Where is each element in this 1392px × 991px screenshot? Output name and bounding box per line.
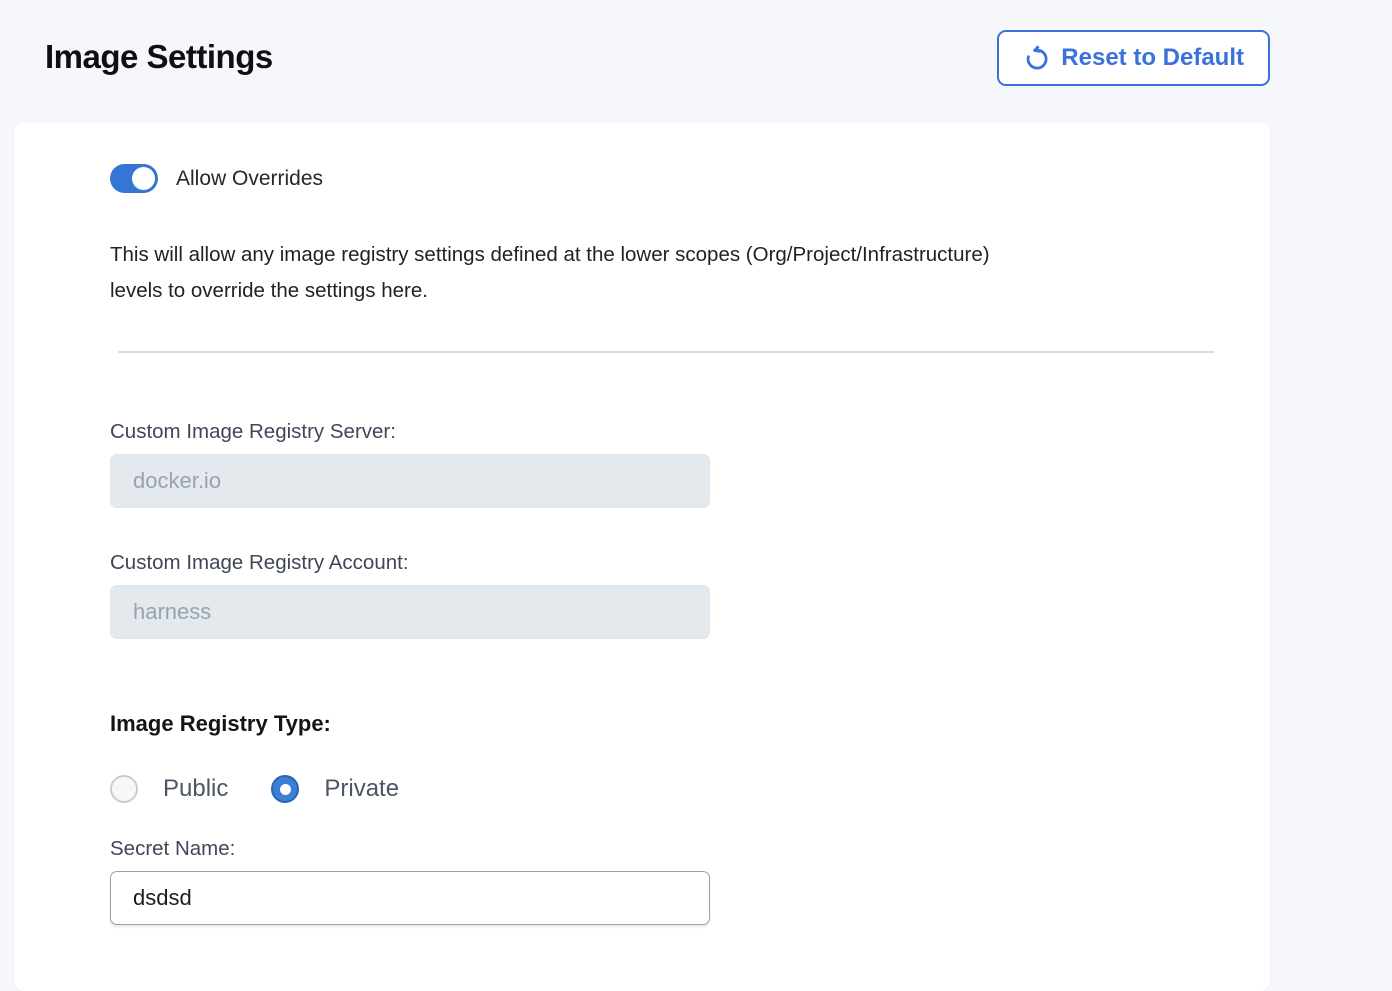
registry-server-input [110,454,710,508]
reset-to-default-button[interactable]: Reset to Default [997,30,1270,86]
reset-icon [1023,45,1050,72]
radio-option-public[interactable]: Public [110,775,228,803]
description-line: levels to override the settings here. [110,273,1230,309]
registry-account-input [110,585,710,639]
reset-button-label: Reset to Default [1061,44,1244,72]
radio-selected-icon [271,775,299,803]
overrides-description: This will allow any image registry setti… [110,237,1230,309]
allow-overrides-row: Allow Overrides [110,164,1270,193]
secret-name-input[interactable] [110,871,710,925]
section-divider [118,351,1214,353]
registry-type-options: Public Private [110,775,1270,803]
toggle-knob-icon [132,167,155,190]
secret-name-label: Secret Name: [110,836,1270,862]
description-line: This will allow any image registry setti… [110,237,1230,273]
registry-account-label: Custom Image Registry Account: [110,550,1270,576]
page-header: Image Settings Reset to Default [0,0,1392,86]
page-title: Image Settings [45,38,273,76]
allow-overrides-toggle[interactable] [110,164,158,193]
image-settings-card: Allow Overrides This will allow any imag… [14,122,1270,991]
radio-unselected-icon [110,775,138,803]
radio-private-label: Private [324,775,399,803]
registry-server-label: Custom Image Registry Server: [110,419,1270,445]
registry-type-label: Image Registry Type: [110,711,1270,737]
radio-public-label: Public [163,775,228,803]
radio-option-private[interactable]: Private [271,775,399,803]
allow-overrides-label: Allow Overrides [176,167,323,191]
